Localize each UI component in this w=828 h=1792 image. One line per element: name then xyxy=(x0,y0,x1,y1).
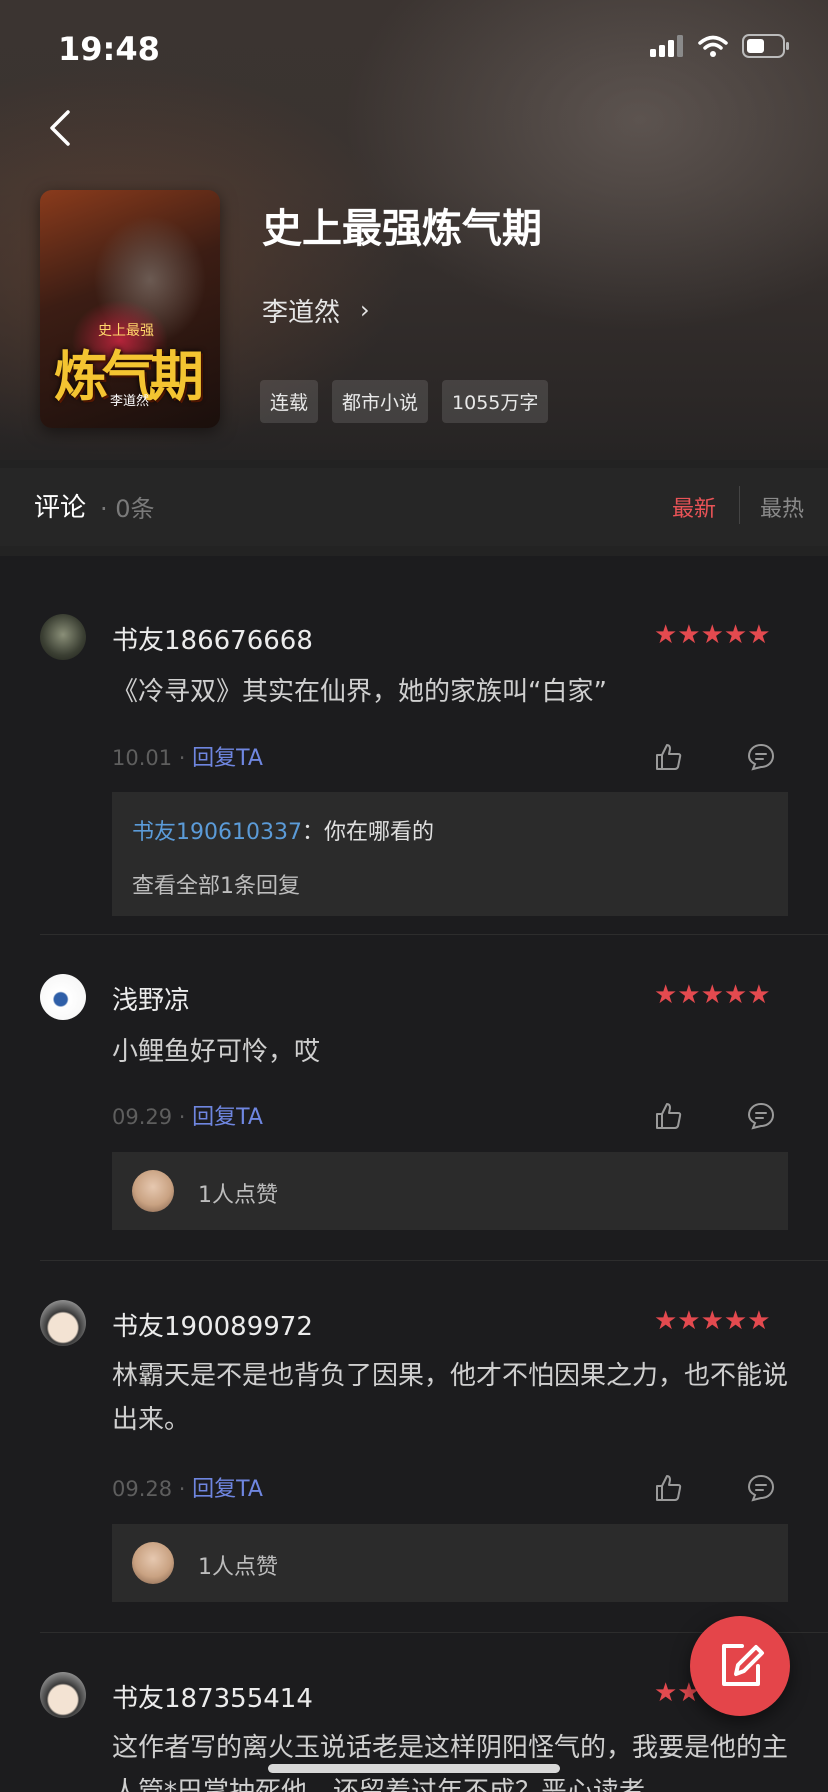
likes-count: 1人点赞 xyxy=(198,1183,278,1208)
comment-date: 10.01 · xyxy=(112,746,186,770)
comment-text: 这作者写的离火玉说话老是这样阴阳怪气的，我要是他的主人管*巴掌抽死他，还留着过年… xyxy=(112,1733,789,1792)
comment-text: 小鲤鱼好可怜，哎 xyxy=(112,1037,321,1067)
comment-text: 林霸天是不是也背负了因果，他才不怕因果之力，也不能说出来。 xyxy=(112,1361,789,1435)
signal-icon xyxy=(650,35,683,57)
comment-username[interactable]: 书友186676668 xyxy=(112,620,313,657)
comment-date: 09.29 · xyxy=(112,1105,186,1129)
comment-icon[interactable] xyxy=(746,1473,776,1503)
avatar[interactable] xyxy=(40,614,86,660)
comment-icon[interactable] xyxy=(746,742,776,772)
edit-icon xyxy=(722,1644,764,1686)
back-icon[interactable] xyxy=(42,106,82,150)
book-title: 史上最强炼气期 xyxy=(262,206,542,252)
status-time: 19:48 xyxy=(58,30,160,68)
sort-divider xyxy=(739,486,740,524)
chevron-right-icon[interactable]: › xyxy=(360,296,370,324)
view-all-replies-link[interactable]: 查看全部1条回复 xyxy=(132,868,300,900)
sub-reply-sep: ： xyxy=(301,820,324,845)
comment-username[interactable]: 书友187355414 xyxy=(112,1678,313,1715)
liker-avatar xyxy=(132,1170,174,1212)
thumbs-up-icon[interactable] xyxy=(654,1473,684,1503)
thumbs-up-icon[interactable] xyxy=(654,742,684,772)
thumbs-up-icon[interactable] xyxy=(654,1101,684,1131)
comments-count: · 0条 xyxy=(100,495,155,523)
battery-icon xyxy=(742,34,789,58)
comment-date: 09.28 · xyxy=(112,1477,186,1501)
tag-genre[interactable]: 都市小说 xyxy=(332,380,429,423)
rating-stars: ★★★★★ xyxy=(654,980,771,1010)
avatar[interactable] xyxy=(40,1672,86,1718)
status-icons xyxy=(650,34,790,58)
comment-meta: 09.29 · 回复TA xyxy=(112,1099,263,1131)
sort-hottest-tab[interactable]: 最热 xyxy=(760,491,804,523)
sub-reply-line: 书友190610337：你在哪看的 xyxy=(132,814,434,846)
liker-avatar xyxy=(132,1542,174,1584)
comments-title: 评论 xyxy=(34,493,87,523)
comment-text: 《冷寻双》其实在仙界，她的家族叫“白家” xyxy=(112,677,607,707)
comment-divider xyxy=(40,934,828,935)
home-indicator[interactable] xyxy=(268,1764,560,1773)
rating-stars: ★★★★★ xyxy=(654,620,771,650)
avatar[interactable] xyxy=(40,1300,86,1346)
comment-divider xyxy=(40,1260,828,1261)
likes-count: 1人点赞 xyxy=(198,1555,278,1580)
comment-username[interactable]: 书友190089972 xyxy=(112,1306,313,1343)
comment-meta: 09.28 · 回复TA xyxy=(112,1471,263,1503)
cover-author: 李道然 xyxy=(110,394,150,409)
tag-status[interactable]: 连载 xyxy=(260,380,319,423)
sub-reply-user[interactable]: 书友190610337 xyxy=(132,820,302,845)
tag-wordcount: 1055万字 xyxy=(442,380,549,423)
comment-username[interactable]: 浅野凉 xyxy=(112,980,190,1017)
likes-box[interactable]: 1人点赞 xyxy=(112,1152,788,1230)
wifi-icon xyxy=(698,35,728,57)
section-gap xyxy=(0,546,828,556)
likes-box[interactable]: 1人点赞 xyxy=(112,1524,788,1602)
book-tags: 连载 都市小说 1055万字 xyxy=(260,380,549,423)
author-link[interactable]: 李道然 xyxy=(262,292,340,329)
comment-meta: 10.01 · 回复TA xyxy=(112,740,263,772)
comment-icon[interactable] xyxy=(746,1101,776,1131)
write-comment-button[interactable] xyxy=(690,1616,790,1716)
avatar[interactable] xyxy=(40,974,86,1020)
reply-button[interactable]: 回复TA xyxy=(192,746,263,771)
reply-button[interactable]: 回复TA xyxy=(192,1105,263,1130)
sub-reply-text: 你在哪看的 xyxy=(324,820,435,845)
reply-button[interactable]: 回复TA xyxy=(192,1477,263,1502)
book-cover[interactable]: 史上最强 炼气期 李道然 xyxy=(40,190,220,428)
rating-stars: ★★★★★ xyxy=(654,1306,771,1336)
reply-preview[interactable]: 书友190610337：你在哪看的 查看全部1条回复 xyxy=(112,792,788,916)
sort-newest-tab[interactable]: 最新 xyxy=(672,491,716,523)
